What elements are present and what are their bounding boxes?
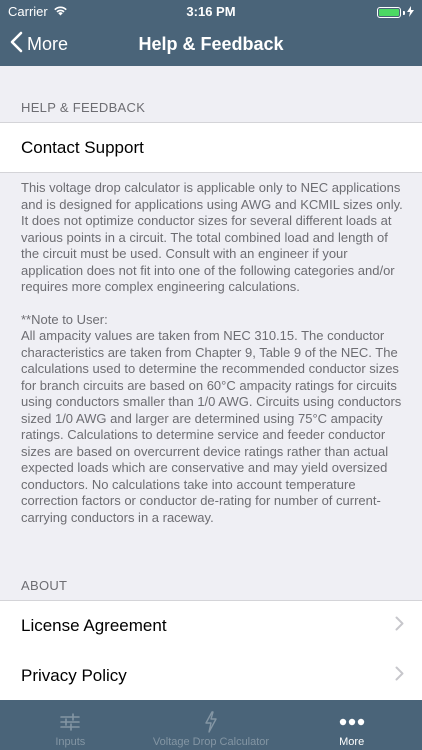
note-heading: **Note to User: xyxy=(21,311,108,327)
description-text: This voltage drop calculator is applicab… xyxy=(21,180,403,294)
help-section-header: HELP & FEEDBACK xyxy=(21,100,146,115)
tab-more-label: More xyxy=(339,736,365,748)
privacy-policy-label: Privacy Policy xyxy=(21,666,127,685)
tab-inputs-label: Inputs xyxy=(55,736,86,748)
tab-voltage-drop-label: Voltage Drop Calculator xyxy=(152,736,270,748)
chevron-right-icon xyxy=(395,666,404,686)
battery-icon xyxy=(377,5,414,20)
chevron-right-icon xyxy=(395,616,404,636)
more-dots-icon xyxy=(339,708,365,736)
license-agreement-item[interactable]: License Agreement xyxy=(0,600,422,651)
about-section-header: ABOUT xyxy=(21,578,68,593)
page-title: Help & Feedback xyxy=(138,34,284,54)
contact-support-button[interactable]: Contact Support xyxy=(0,122,422,173)
tab-inputs[interactable]: Inputs xyxy=(0,700,141,750)
charging-icon xyxy=(407,5,414,20)
privacy-policy-item[interactable]: Privacy Policy xyxy=(0,651,422,702)
content-area[interactable]: HELP & FEEDBACK Contact Support This vol… xyxy=(0,66,422,702)
tab-more[interactable]: More xyxy=(281,700,422,750)
note-body: All ampacity values are taken from NEC 3… xyxy=(21,328,402,525)
status-time: 3:16 PM xyxy=(186,4,236,19)
tab-voltage-drop-calculator[interactable]: Voltage Drop Calculator xyxy=(141,700,282,750)
navigation-bar: More Help & Feedback xyxy=(0,22,422,66)
tab-bar: Inputs Voltage Drop Calculator More xyxy=(0,700,422,750)
sliders-icon xyxy=(59,708,81,736)
top-bar: Carrier 3:16 PM More Help & Feedback xyxy=(0,0,422,66)
lightning-icon xyxy=(204,708,218,736)
help-description: This voltage drop calculator is applicab… xyxy=(21,180,406,526)
license-agreement-label: License Agreement xyxy=(21,616,167,635)
contact-support-label: Contact Support xyxy=(21,137,144,157)
status-bar: Carrier 3:16 PM xyxy=(0,0,422,22)
